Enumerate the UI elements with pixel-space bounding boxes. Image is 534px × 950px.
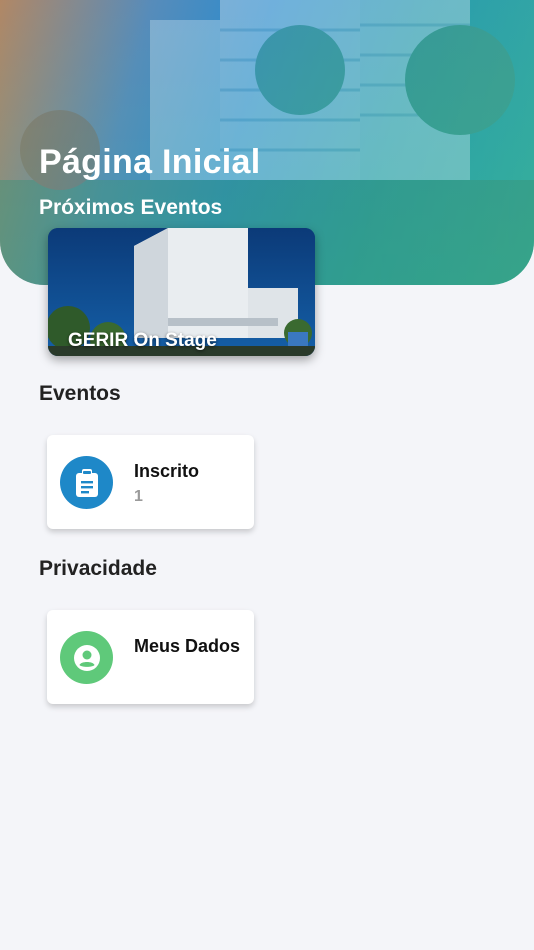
- event-title: GERIR On Stage: [68, 330, 217, 351]
- registered-count: 1: [134, 488, 143, 505]
- tile-label: Meus Dados: [134, 636, 241, 656]
- registered-events-tile[interactable]: Inscrito 1: [47, 435, 254, 529]
- tile-label: Inscrito: [134, 461, 200, 481]
- privacy-section-heading: Privacidade: [39, 557, 157, 580]
- upcoming-events-heading: Próximos Eventos: [39, 196, 223, 219]
- my-data-tile[interactable]: Meus Dados: [47, 610, 254, 704]
- page-title: Página Inicial: [39, 143, 261, 181]
- clipboard-icon: [60, 456, 113, 509]
- account-circle-icon: [60, 631, 113, 684]
- home-screen: Página Inicial Próximos Eventos GERIR On…: [0, 0, 534, 950]
- events-section-heading: Eventos: [39, 382, 121, 405]
- event-card[interactable]: GERIR On Stage: [48, 228, 315, 356]
